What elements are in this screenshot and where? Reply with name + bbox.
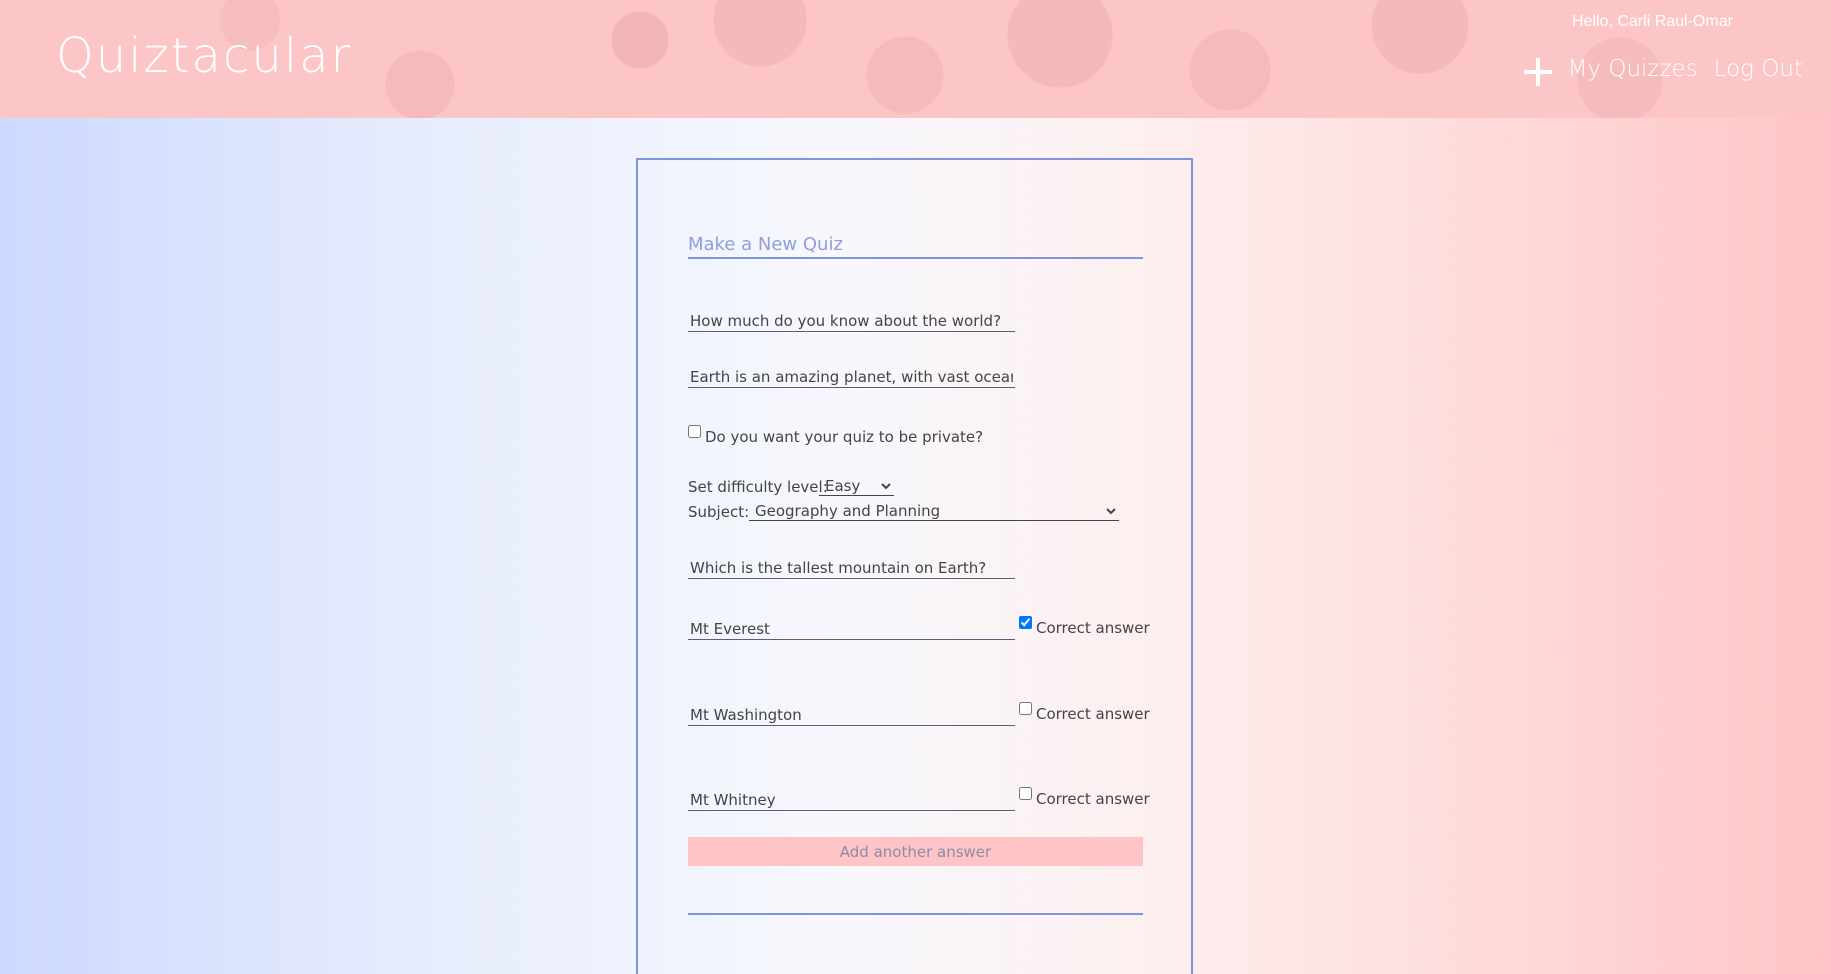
correct-answer-label-1: Correct answer [1036,619,1150,637]
difficulty-select[interactable]: Easy [819,476,894,496]
site-logo[interactable]: Quiztacular [56,28,352,84]
my-quizzes-link[interactable]: My Quizzes [1568,56,1698,82]
user-greeting: Hello, Carli Raul-Omar [1572,13,1733,30]
site-header: Quiztacular Hello, Carli Raul-Omar My Qu… [0,0,1831,118]
plus-icon[interactable] [1523,58,1552,86]
correct-answer-checkbox-1[interactable] [1019,616,1032,629]
form-divider [688,913,1143,915]
private-checkbox[interactable] [688,425,701,438]
correct-answer-label-3: Correct answer [1036,790,1150,808]
quiz-title-input[interactable] [688,310,1015,332]
correct-answer-checkbox-3[interactable] [1019,787,1032,800]
correct-answer-label-2: Correct answer [1036,705,1150,723]
add-answer-button[interactable]: Add another answer [688,837,1143,866]
header-nav: My Quizzes Log Out [1523,52,1803,86]
subject-select[interactable]: Geography and Planning [749,501,1119,521]
log-out-link[interactable]: Log Out [1714,56,1803,82]
answer-input-1[interactable] [688,618,1015,640]
difficulty-label: Set difficulty level: [688,478,828,496]
private-label: Do you want your quiz to be private? [705,428,984,446]
question-input[interactable] [688,557,1015,579]
form-title: Make a New Quiz [688,233,1143,259]
answer-input-3[interactable] [688,789,1015,811]
answer-input-2[interactable] [688,704,1015,726]
quiz-description-input[interactable] [688,366,1015,388]
correct-answer-checkbox-2[interactable] [1019,702,1032,715]
subject-label: Subject: [688,503,750,521]
